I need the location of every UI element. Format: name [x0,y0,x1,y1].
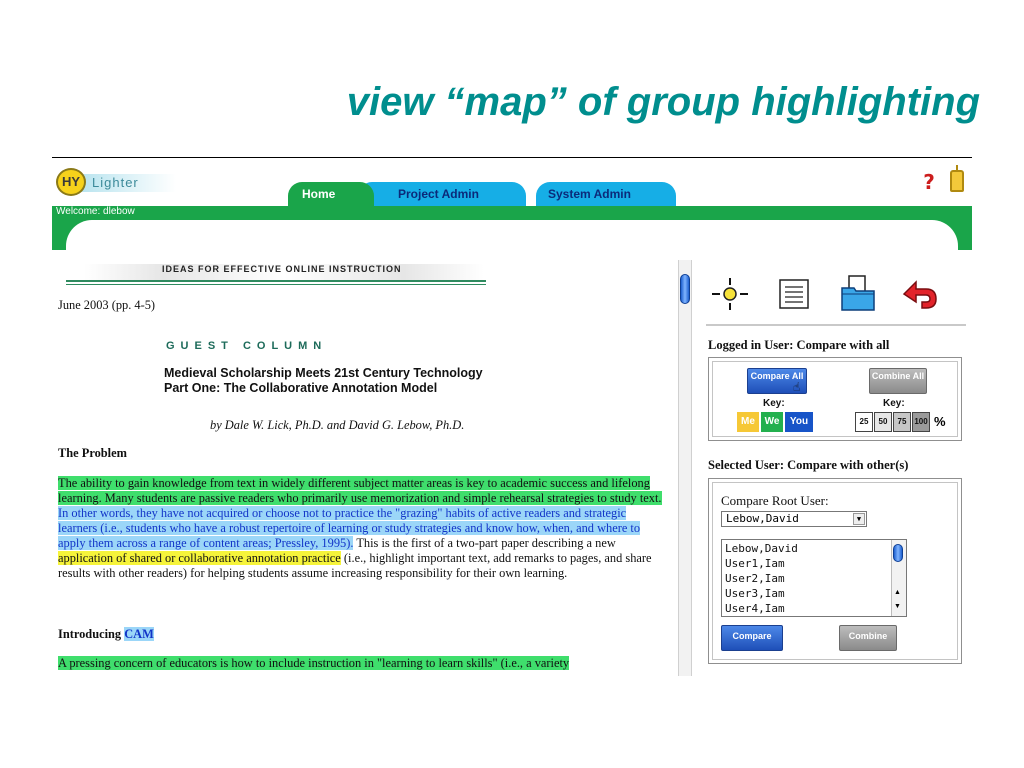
scroll-down-icon[interactable]: ▼ [894,602,901,610]
compare-selected-box: Compare Root User: Lebow,David ▼ Lebow,D… [708,478,962,664]
tab-project-admin[interactable]: Project Admin [358,182,526,206]
folder-icon[interactable] [838,274,878,314]
root-user-select[interactable]: Lebow,David ▼ [721,511,867,527]
welcome-text: Welcome: dlebow [56,206,135,217]
user-list-scroll-thumb[interactable] [893,544,903,562]
hylighter-app: HY Lighter Project Admin System Admin Ho… [52,158,972,678]
doc-banner-line [66,284,486,285]
logout-icon[interactable] [950,165,964,192]
doc-subtitle-line2: Part One: The Collaborative Annotation M… [164,381,438,395]
tab-system-admin[interactable]: System Admin [536,182,676,206]
doc-banner-text: IDEAS FOR EFFECTIVE ONLINE INSTRUCTION [162,264,402,274]
heading-introducing: Introducing CAM [58,627,154,642]
list-item[interactable]: User4,Iam [725,602,785,615]
compare-all-box-inner: Compare All ☝ Combine All Key: Key: Me W… [712,361,958,437]
header-curve [66,220,958,260]
scroll-up-icon[interactable]: ▲ [894,588,901,596]
user-list[interactable]: Lebow,David User1,Iam User2,Iam User3,Ia… [721,539,907,617]
key-pct-50: 50 [874,412,892,432]
paragraph-problem[interactable]: The ability to gain knowledge from text … [58,476,666,581]
key-me: Me [737,412,759,432]
plain-text: This is the first of a two-part paper de… [353,536,616,550]
key-we: We [761,412,783,432]
heading-introducing-text: Introducing [58,627,125,641]
user-list-scrollbar[interactable]: ▲ ▼ [891,540,906,616]
highlight-green[interactable]: A pressing concern of educators is how t… [58,656,570,670]
hand-cursor-icon: ☝ [793,380,801,394]
list-item[interactable]: User2,Iam [725,572,785,585]
highlight-sun-icon[interactable] [710,274,750,314]
key-label: Key: [883,398,905,409]
logo-text: Lighter [92,175,139,190]
slide-title: view “map” of group highlighting [346,80,980,124]
document-scrollbar[interactable] [678,260,692,676]
compare-selected-box-inner: Compare Root User: Lebow,David ▼ Lebow,D… [712,482,958,660]
logged-in-heading: Logged in User: Compare with all [708,338,890,352]
list-item[interactable]: User1,Iam [725,557,785,570]
doc-subtitle-line1: Medieval Scholarship Meets 21st Century … [164,366,483,380]
doc-subtitle: Medieval Scholarship Meets 21st Century … [164,366,483,396]
root-user-value: Lebow,David [726,512,799,525]
heading-the-problem: The Problem [58,446,127,460]
back-arrow-icon[interactable] [900,274,940,314]
notes-icon[interactable] [774,274,814,314]
hylighter-logo[interactable]: HY Lighter [56,166,178,198]
compare-button[interactable]: Compare [721,625,783,651]
key-label: Key: [763,398,785,409]
doc-date: June 2003 (pp. 4-5) [58,298,156,312]
compare-root-label: Compare Root User: [721,493,829,508]
percent-symbol: % [934,414,946,429]
highlight-yellow[interactable]: application of shared or collaborative a… [58,551,341,565]
chevron-down-icon[interactable]: ▼ [853,513,865,525]
key-pct-75: 75 [893,412,911,432]
doc-author: by Dale W. Lick, Ph.D. and David G. Lebo… [210,418,465,432]
comparison-panel: Logged in User: Compare with all Compare… [706,260,968,676]
selected-user-heading: Selected User: Compare with other(s) [708,458,909,472]
help-icon[interactable]: ? [920,170,938,194]
highlight-green[interactable]: The ability to gain knowledge from text … [58,476,662,505]
key-pct-100: 100 [912,412,930,432]
highlight-cam[interactable]: CAM [124,627,154,641]
compare-all-box: Compare All ☝ Combine All Key: Key: Me W… [708,357,962,441]
panel-separator [706,324,966,326]
doc-banner-line [66,280,486,282]
paragraph-intro[interactable]: A pressing concern of educators is how t… [58,656,666,671]
doc-guest-column: GUEST COLUMN [166,340,328,352]
list-item[interactable]: Lebow,David [725,542,798,555]
tab-home[interactable]: Home [288,182,374,206]
document-scroll-thumb[interactable] [680,274,690,304]
combine-button[interactable]: Combine [839,625,897,651]
list-item[interactable]: User3,Iam [725,587,785,600]
key-pct-25: 25 [855,412,873,432]
key-you: You [785,412,813,432]
combine-all-button[interactable]: Combine All [869,368,927,394]
document-pane[interactable]: IDEAS FOR EFFECTIVE ONLINE INSTRUCTION J… [52,260,678,676]
logo-circle: HY [56,168,86,196]
